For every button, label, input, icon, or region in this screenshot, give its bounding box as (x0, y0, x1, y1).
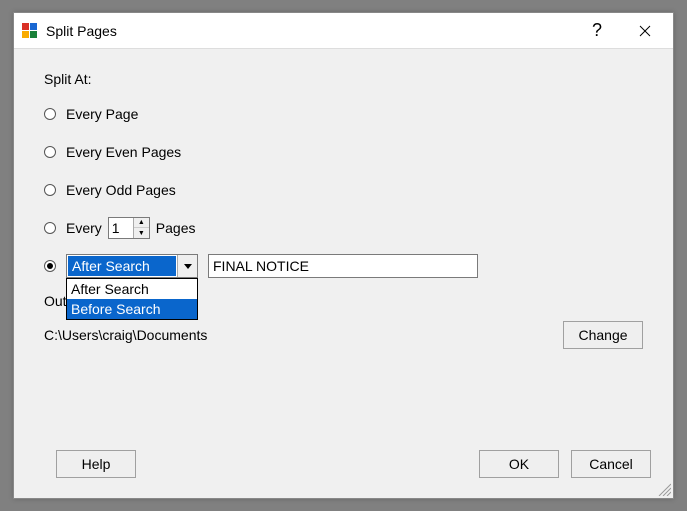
option-label: Every Odd Pages (66, 182, 176, 198)
output-path-row: C:\Users\craig\Documents Change (44, 321, 643, 349)
pages-count-input[interactable] (109, 220, 133, 236)
spin-down-icon[interactable]: ▼ (134, 228, 149, 238)
combo-dropdown: After Search Before Search (66, 278, 198, 320)
combo-option[interactable]: After Search (67, 279, 197, 299)
help-button[interactable]: Help (56, 450, 136, 478)
change-button[interactable]: Change (563, 321, 643, 349)
combo-box[interactable]: After Search (66, 254, 198, 278)
search-mode-combo[interactable]: After Search After Search Before Search (66, 254, 198, 278)
ok-button[interactable]: OK (479, 450, 559, 478)
spinner: ▲ ▼ (133, 218, 149, 238)
option-label-prefix: Every (66, 220, 102, 236)
pages-count-stepper[interactable]: ▲ ▼ (108, 217, 150, 239)
combo-selected: After Search (68, 256, 176, 276)
chevron-down-icon[interactable] (177, 255, 197, 277)
cancel-button[interactable]: Cancel (571, 450, 651, 478)
radio-icon[interactable] (44, 146, 56, 158)
search-text-input[interactable] (208, 254, 478, 278)
option-search[interactable]: After Search After Search Before Search (44, 255, 643, 277)
radio-icon[interactable] (44, 108, 56, 120)
option-every-even[interactable]: Every Even Pages (44, 141, 643, 163)
output-path: C:\Users\craig\Documents (44, 327, 207, 343)
option-every-page[interactable]: Every Page (44, 103, 643, 125)
option-every-n[interactable]: Every ▲ ▼ Pages (44, 217, 643, 239)
dialog-footer: Help OK Cancel (44, 450, 651, 478)
option-label: Every Even Pages (66, 144, 181, 160)
close-icon[interactable] (621, 16, 669, 46)
option-label: Every Page (66, 106, 138, 122)
spin-up-icon[interactable]: ▲ (134, 218, 149, 228)
help-icon[interactable]: ? (573, 16, 621, 46)
radio-icon[interactable] (44, 222, 56, 234)
radio-icon[interactable] (44, 184, 56, 196)
window-title: Split Pages (46, 23, 573, 39)
title-bar: Split Pages ? (14, 13, 673, 49)
resize-grip-icon[interactable] (655, 480, 671, 496)
app-icon (22, 23, 38, 39)
dialog-content: Split At: Every Page Every Even Pages Ev… (14, 49, 673, 498)
split-pages-dialog: Split Pages ? Split At: Every Page Every… (13, 12, 674, 499)
split-at-label: Split At: (44, 71, 643, 87)
radio-icon[interactable] (44, 260, 56, 272)
combo-option[interactable]: Before Search (67, 299, 197, 319)
option-label-suffix: Pages (156, 220, 196, 236)
option-every-odd[interactable]: Every Odd Pages (44, 179, 643, 201)
